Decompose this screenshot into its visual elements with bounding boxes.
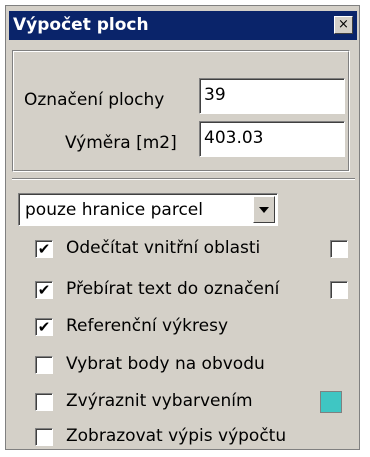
- select-perimeter-points-checkbox[interactable]: [35, 356, 53, 374]
- subtract-inner-areas-label: Odečítat vnitřní oblasti: [66, 238, 261, 258]
- take-text-extra-checkbox[interactable]: [330, 281, 348, 299]
- mode-select-value: pouze hranice parcel: [25, 200, 203, 220]
- area-size-field[interactable]: 403.03: [199, 121, 345, 157]
- window-title: Výpočet ploch: [13, 15, 149, 35]
- reference-drawings-checkbox[interactable]: ✔: [35, 318, 53, 336]
- take-text-label: Přebírat text do označení: [66, 279, 280, 299]
- highlight-color-label: Zvýraznit vybarvením: [66, 391, 253, 411]
- close-button[interactable]: ×: [334, 16, 353, 34]
- close-icon: ×: [338, 17, 349, 32]
- show-calculation-listing-label: Zobrazovat výpis výpočtu: [66, 426, 287, 446]
- highlight-color-swatch[interactable]: [320, 391, 342, 413]
- section-divider: [12, 178, 355, 180]
- chevron-down-icon[interactable]: [253, 196, 275, 223]
- mode-select[interactable]: pouze hranice parcel: [18, 193, 278, 226]
- select-perimeter-points-label: Vybrat body na obvodu: [66, 354, 265, 374]
- highlight-color-checkbox[interactable]: [35, 393, 53, 411]
- subtract-inner-areas-extra-checkbox[interactable]: [330, 240, 348, 258]
- show-calculation-listing-checkbox[interactable]: [35, 428, 53, 446]
- title-bar[interactable]: Výpočet ploch ×: [9, 11, 357, 40]
- area-size-label: Výměra [m2]: [65, 133, 177, 153]
- take-text-checkbox[interactable]: ✔: [35, 281, 53, 299]
- area-id-field[interactable]: 39: [199, 78, 345, 114]
- reference-drawings-label: Referenční výkresy: [66, 316, 229, 336]
- area-id-label: Označení plochy: [24, 90, 165, 110]
- subtract-inner-areas-checkbox[interactable]: ✔: [35, 240, 53, 258]
